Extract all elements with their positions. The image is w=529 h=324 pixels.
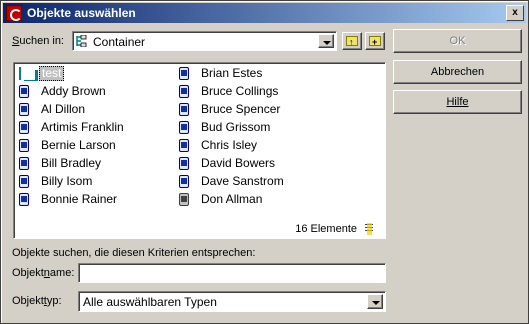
list-item-label: Al Dillon <box>41 102 86 116</box>
cancel-button[interactable]: Abbrechen <box>393 60 522 84</box>
search-in-label-rest: uchen in: <box>19 35 64 47</box>
search-in-value: Container <box>93 35 146 49</box>
folder-up-icon: ↑ <box>346 36 358 47</box>
ok-button[interactable]: OK <box>393 29 522 53</box>
user-icon <box>179 139 189 152</box>
user-icon <box>19 193 29 206</box>
container-icon <box>19 67 33 80</box>
object-type-select[interactable]: Alle auswählbaren Typen <box>78 291 386 312</box>
user-icon <box>179 175 189 188</box>
object-type-label-pre: Objekt <box>12 295 44 307</box>
list-item-label: Bernie Larson <box>41 138 116 152</box>
title-bar[interactable]: Objekte auswählen x <box>3 3 526 23</box>
list-item-label: Don Allman <box>201 192 263 206</box>
list-item-label: Brian Estes <box>201 66 263 80</box>
up-folder-button[interactable]: ↑ <box>342 32 362 50</box>
object-name-label-pre: Objekt <box>12 267 44 279</box>
criteria-heading: Objekte suchen, die diesen Kriterien ent… <box>12 247 256 259</box>
object-type-label: Objekttyp: <box>12 295 62 307</box>
object-type-value: Alle auswählbaren Typen <box>83 295 217 309</box>
list-item-label: Bruce Collings <box>201 84 279 98</box>
list-item-label: Bruce Spencer <box>201 102 281 116</box>
list-item-label: David Bowers <box>201 156 276 170</box>
search-in-label: Suchen in: <box>12 35 64 47</box>
close-button[interactable]: x <box>506 5 524 21</box>
help-button[interactable]: Hilfe <box>393 90 522 114</box>
user-icon <box>19 121 29 134</box>
window-title: Objekte auswählen <box>27 6 136 20</box>
object-name-label: Objektname: <box>12 267 74 279</box>
list-view-icon[interactable] <box>364 223 380 235</box>
object-type-label-post: yp: <box>46 295 62 307</box>
help-button-underline: Hilfe <box>446 96 469 108</box>
container-icon <box>76 34 89 48</box>
user-icon <box>179 85 189 98</box>
list-item-label: Bonnie Rainer <box>41 192 118 206</box>
user-icon <box>19 103 29 116</box>
user-icon <box>179 157 189 170</box>
user-icon <box>19 175 29 188</box>
list-item-label: Chris Isley <box>201 138 258 152</box>
list-item-label: Addy Brown <box>41 84 106 98</box>
item-count: 16 Elemente <box>295 223 357 235</box>
app-icon <box>6 5 22 21</box>
user-icon <box>179 121 189 134</box>
chevron-down-icon[interactable] <box>318 34 334 48</box>
object-list[interactable]: 16 Elemente test Addy Brown Al Dillon Artim… <box>13 62 386 239</box>
object-name-label-post: ame: <box>49 267 75 279</box>
user-icon <box>179 67 189 80</box>
list-item-label: Bill Bradley <box>41 156 102 170</box>
list-item-label: Bud Grissom <box>201 120 271 134</box>
object-name-input[interactable] <box>78 263 386 283</box>
user-icon <box>179 103 189 116</box>
user-icon <box>19 157 29 170</box>
list-item-label: Artimis Franklin <box>41 120 124 134</box>
search-in-combobox[interactable]: Container <box>72 31 337 51</box>
list-item-label: Dave Sanstrom <box>201 174 284 188</box>
list-item-label: test <box>39 66 65 81</box>
user-icon <box>179 193 189 206</box>
folder-new-icon: + <box>369 36 381 47</box>
new-folder-button[interactable]: + <box>365 32 385 50</box>
chevron-down-icon[interactable] <box>367 294 383 309</box>
list-item-label: Billy Isom <box>41 174 93 188</box>
user-icon <box>19 85 29 98</box>
dialog-window: Objekte auswählen x Suchen in: Container… <box>0 0 529 324</box>
user-icon <box>19 139 29 152</box>
